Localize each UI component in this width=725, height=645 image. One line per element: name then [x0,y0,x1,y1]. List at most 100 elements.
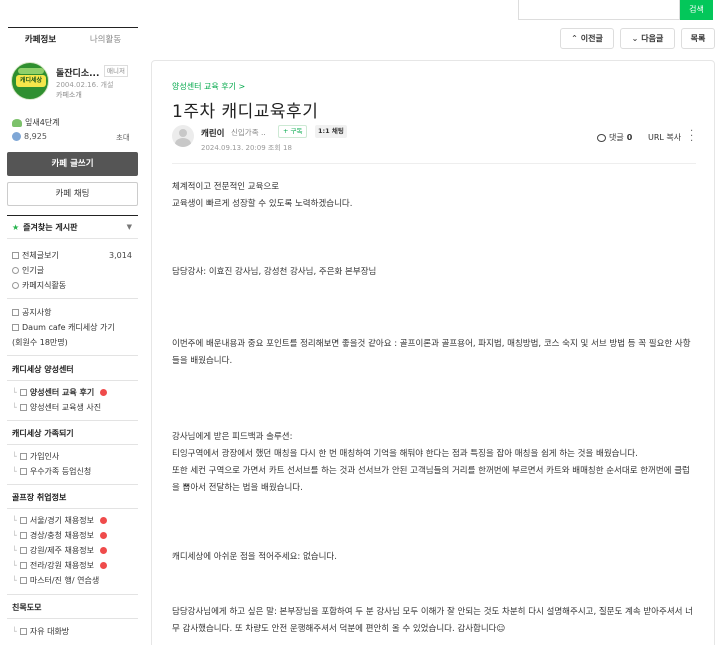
cafe-created-date: 2004.02.16. 개설 [56,81,114,89]
member-count-value: 8,925 [24,132,47,141]
sidebar-item-label: 우수가족 등업신청 [29,467,92,476]
next-post-button[interactable]: ⌄ 다음글 [620,28,675,49]
sidebar-item-upgrade-request[interactable]: └ 우수가족 등업신청 [12,466,91,477]
sidebar-item-jobs-gyeongsang[interactable]: └ 경상/충청 채용정보 [12,530,107,541]
member-count[interactable]: 8,925 [12,132,47,141]
comment-label: 댓글 [609,133,624,142]
sidebar-divider [7,298,138,299]
cafe-logo-top-shape [18,68,44,74]
sidebar-divider [7,420,138,421]
sidebar-item-label: 양성센터 교육 후기 [29,388,95,397]
comment-button[interactable]: 댓글 0 [597,132,632,143]
board-icon [19,532,27,539]
caret-down-icon: ▼ [126,223,132,231]
sidebar-item-jobs-gangwon[interactable]: └ 강원/제주 채용정보 [12,545,107,556]
author-rank: 신입가족 .. [231,128,266,137]
list-icon [12,252,19,259]
search-input[interactable] [518,0,680,20]
article-meta: 2024.09.13. 20:09 조회 18 [201,144,292,152]
body-paragraph: 캐디세상에 아쉬운 점을 적어주세요: 없습니다. [172,552,337,562]
sidebar-item-daum-link[interactable]: Daum cafe 캐디세상 가기 [12,322,115,333]
chevron-down-icon: ⌄ [631,34,639,43]
url-copy-button[interactable]: URL 복사 [648,132,681,143]
avatar-body-shape [175,138,191,147]
sidebar-item-label: 전체글보기 [22,251,59,260]
board-icon [12,309,19,316]
sidebar-item-jobs-master[interactable]: └ 마스터/진 행/ 연습생 [12,575,99,586]
invite-link[interactable]: 초대 [116,132,130,143]
sidebar-item-popular[interactable]: 인기글 [12,265,44,276]
sidebar-item-label: 강원/제주 채용정보 [29,546,94,555]
board-icon [19,453,27,460]
breadcrumb-board-link[interactable]: 양성센터 교육 후기 > [172,81,245,92]
board-icon [19,517,27,524]
sidebar-item-jobs-jeolla[interactable]: └ 전라/강원 채용정보 [12,560,107,571]
sidebar-item-greeting[interactable]: └ 가입인사 [12,451,59,462]
board-icon [19,562,27,569]
sidebar-item-knowledge[interactable]: 카페지식활동 [12,280,66,291]
cafe-logo[interactable]: 캐디세상 [11,62,49,100]
sidebar-item-training-review[interactable]: └ 양성센터 교육 후기 [12,387,107,398]
sidebar-item-label: 카페지식활동 [22,281,67,290]
photo-icon [19,404,27,411]
all-posts-count: 3,014 [109,251,132,260]
tree-branch-icon: └ [12,627,17,636]
sidebar-divider [7,355,138,356]
tab-cafe-info[interactable]: 카페정보 [8,28,73,51]
popular-icon [12,267,19,274]
sidebar-divider [7,484,138,485]
cafe-chat-button[interactable]: 카페 채팅 [7,182,138,206]
link-icon [12,324,19,331]
tree-branch-icon: └ [12,546,17,555]
sidebar-item-notice[interactable]: 공지사항 [12,307,51,318]
sidebar-item-label: 가입인사 [29,452,60,461]
sidebar-item-label: 마스터/진 행/ 연습생 [29,576,100,585]
more-options-icon[interactable]: · · · [690,127,693,147]
sidebar-item-jobs-seoul[interactable]: └ 서울/경기 채용정보 [12,515,107,526]
sidebar-tabs: 카페정보 나의활동 [8,27,138,51]
daum-member-count-label: (회원수 18만명) [12,338,68,347]
body-paragraph: 담당강사: 이효진 강사님, 강성천 강사님, 주은화 본부장님 [172,267,377,277]
tree-branch-icon: └ [12,403,17,412]
sidebar-divider [7,618,138,619]
section-title-jobs: 골프장 취업정보 [12,493,67,502]
cafe-write-button[interactable]: 카페 글쓰기 [7,152,138,176]
sidebar-item-training-photos[interactable]: └ 양성센터 교육생 사진 [12,402,101,413]
sidebar-item-free-chat[interactable]: └ 자유 대화방 [12,626,69,637]
article-card: 양성센터 교육 후기 > 1주차 캐디교육후기 캐린이 신입가족 .. + 구독… [151,60,715,645]
sidebar-item-all-posts[interactable]: 전체글보기 3,014 [12,250,132,261]
sidebar-item-label: 전라/강원 채용정보 [29,561,94,570]
favorite-boards-toggle[interactable]: ★ 즐겨찾는 게시판 ▼ [7,215,138,239]
daum-member-count: (회원수 18만명) [12,337,68,348]
cafe-level-label: 잎새4단계 [25,118,60,127]
section-title-join-family: 캐디세상 가족되기 [12,429,74,438]
sidebar: 카페정보 나의활동 캐디세상 돌잔디소... 매니저 2004.02.16. 개… [0,0,145,645]
chevron-up-icon: ⌃ [571,34,578,43]
sidebar-item-label: 자유 대화방 [29,627,70,636]
prev-post-button[interactable]: ⌃ 이전글 [560,28,614,49]
tab-my-activity[interactable]: 나의활동 [73,28,138,51]
search-button[interactable]: 검색 [680,0,713,20]
author-name[interactable]: 캐린이 [201,127,224,139]
avatar[interactable] [172,125,194,147]
avatar-head-shape [179,129,187,137]
subscribe-button[interactable]: + 구독 [278,125,308,138]
header-divider [172,163,696,164]
favorite-boards-label: 즐겨찾는 게시판 [23,222,78,232]
tree-branch-icon: └ [12,452,17,461]
tree-branch-icon: └ [12,467,17,476]
board-icon [19,389,27,396]
one-to-one-chat-button[interactable]: 1:1 채팅 [315,125,347,138]
comment-icon [597,133,606,142]
board-icon [19,577,27,584]
list-button[interactable]: 목록 [681,28,715,49]
sidebar-item-label: 서울/경기 채용정보 [29,516,94,525]
cafe-intro-link[interactable]: 카페소개 [56,90,82,100]
cafe-name[interactable]: 돌잔디소... [56,66,99,79]
body-paragraph: 강사님에게 받은 피드백과 솔루션: 티잉구역에서 광장에서 했던 매칭을 다시… [172,432,690,493]
board-icon [19,468,27,475]
sidebar-divider [7,594,138,595]
prev-post-label: 이전글 [580,34,603,43]
sidebar-item-label: 인기글 [22,266,45,275]
tree-branch-icon: └ [12,531,17,540]
